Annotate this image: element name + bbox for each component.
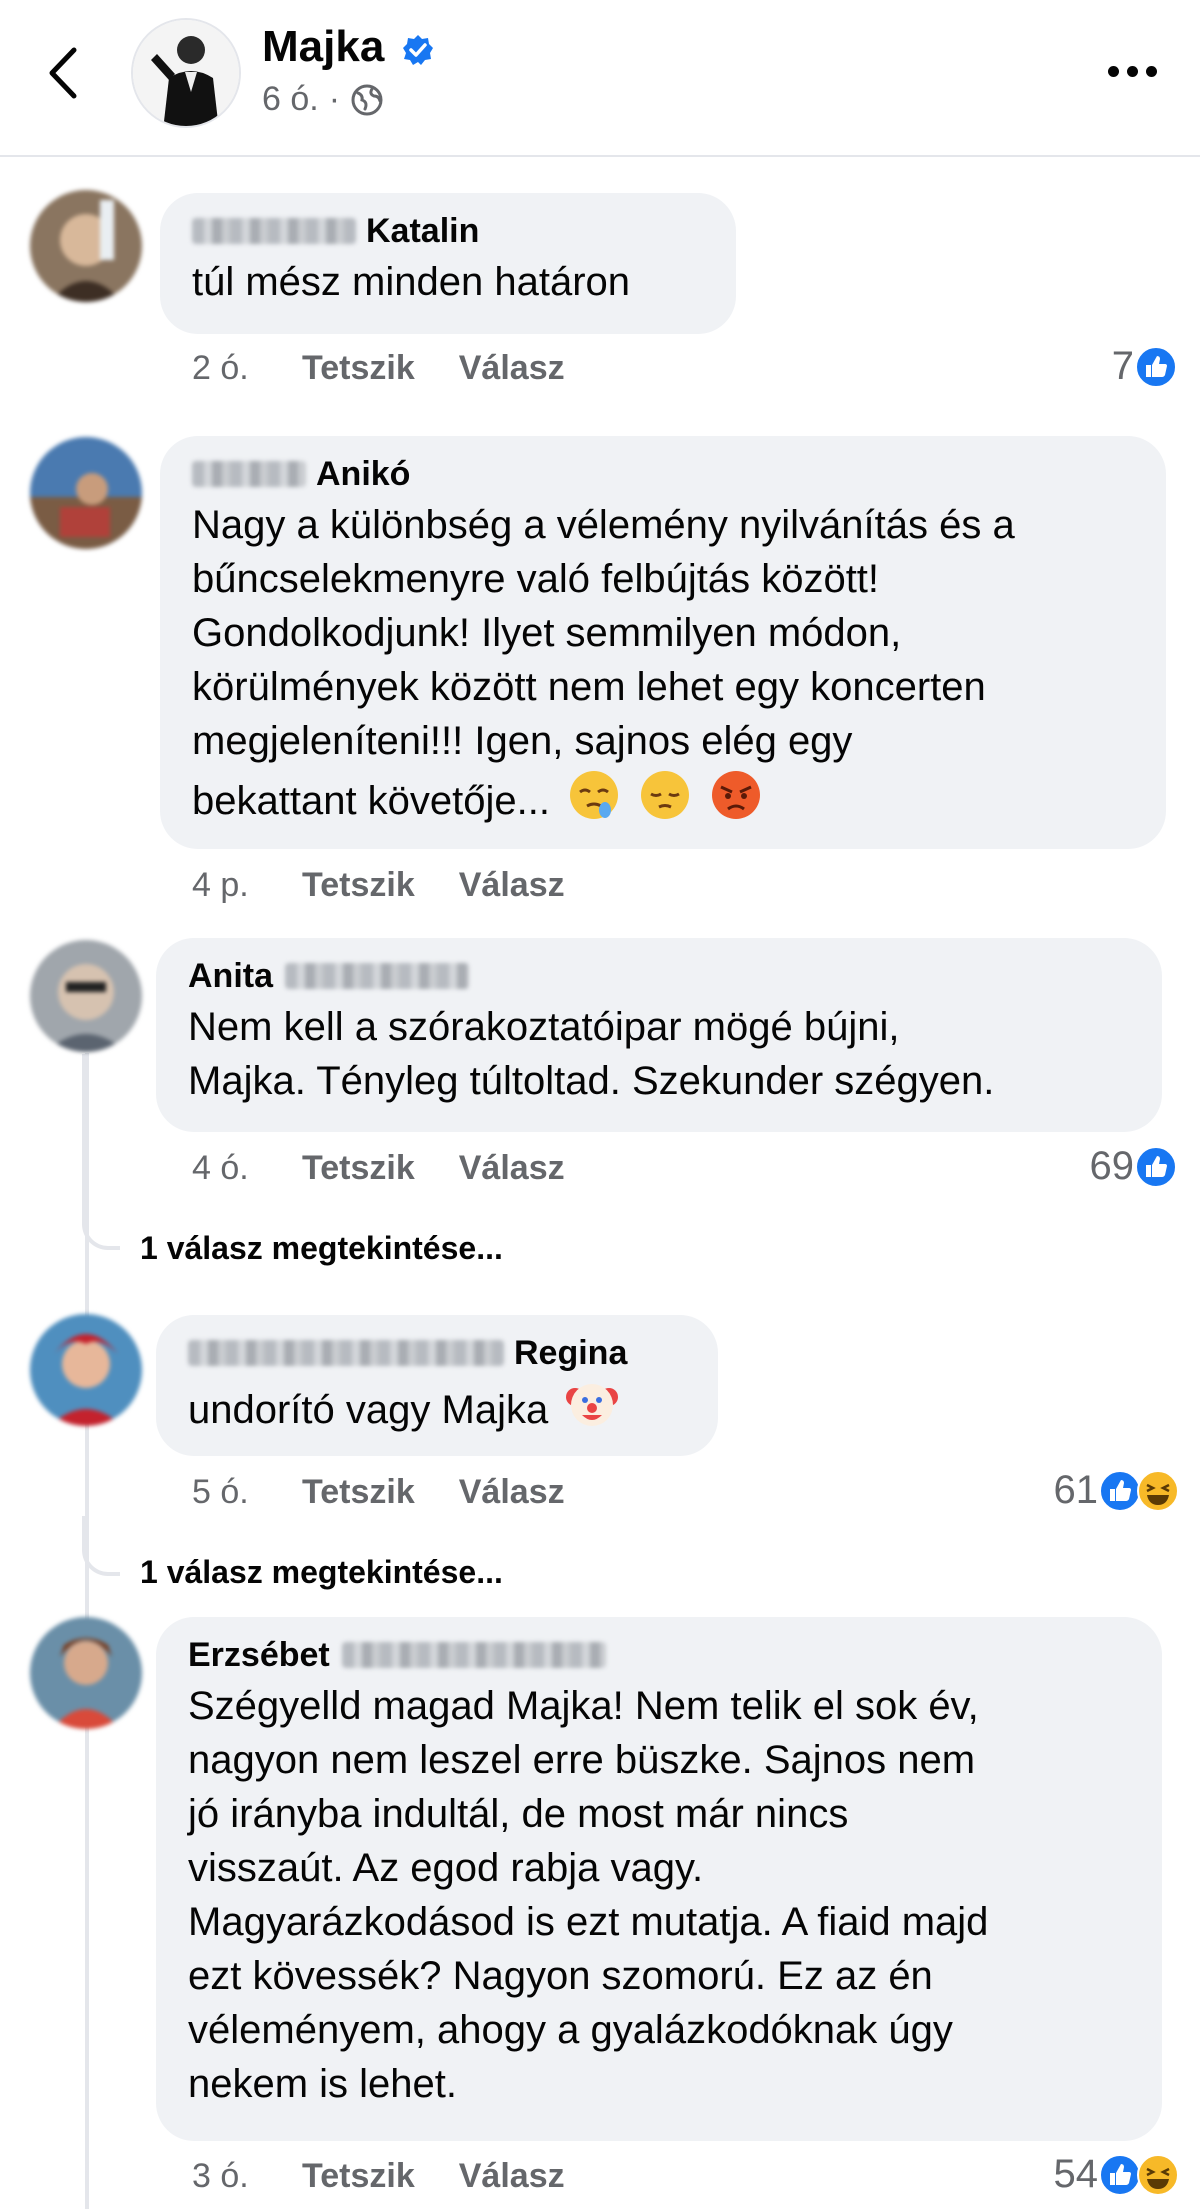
chevron-left-icon bbox=[49, 47, 77, 99]
like-icon bbox=[1135, 1145, 1177, 1188]
comment-text: Nem kell a szórakoztatóipar mögé bújni, … bbox=[188, 1005, 995, 1103]
comment-time[interactable]: 4 p. bbox=[192, 866, 302, 905]
avatar[interactable] bbox=[30, 437, 142, 549]
comment-time[interactable]: 5 ó. bbox=[192, 1473, 302, 1512]
post-header: Majka 6 ó. · bbox=[0, 0, 1200, 157]
comment-bubble: Regina undorító vagy Majka bbox=[156, 1315, 718, 1456]
like-icon bbox=[1135, 345, 1177, 388]
avatar[interactable] bbox=[30, 190, 142, 302]
comment-meta: 4 ó. Tetszik Válasz bbox=[192, 1149, 609, 1188]
comment-bubble: Anita Nem kell a szórakoztatóipar mögé b… bbox=[156, 938, 1162, 1132]
clown-face-icon bbox=[566, 1384, 619, 1426]
comment-bubble: Katalin túl mész minden határon bbox=[160, 193, 736, 334]
like-button[interactable]: Tetszik bbox=[302, 866, 415, 905]
comment-meta: 3 ó. Tetszik Válasz bbox=[192, 2157, 609, 2196]
comment-text: Nagy a különbség a vélemény nyilvánítás … bbox=[192, 503, 1015, 823]
comment-author[interactable]: Anita bbox=[188, 956, 1130, 996]
like-button[interactable]: Tetszik bbox=[302, 1473, 415, 1512]
view-replies-link[interactable]: 1 válasz megtekintése... bbox=[140, 1230, 503, 1267]
reply-button[interactable]: Válasz bbox=[459, 866, 565, 905]
comment-author[interactable]: Anikó bbox=[192, 454, 1134, 494]
reply-connector bbox=[82, 1054, 120, 1250]
reaction-count[interactable]: 69 bbox=[1090, 1144, 1179, 1189]
comment-author[interactable]: Katalin bbox=[192, 211, 704, 251]
post-meta: 6 ó. · bbox=[262, 80, 384, 119]
reaction-count[interactable]: 54 bbox=[1054, 2152, 1181, 2197]
avatar[interactable] bbox=[30, 1314, 142, 1426]
post-time[interactable]: 6 ó. bbox=[262, 80, 319, 119]
like-button[interactable]: Tetszik bbox=[302, 1149, 415, 1188]
meta-separator: · bbox=[328, 80, 341, 118]
comment-text: túl mész minden határon bbox=[192, 260, 631, 304]
comment-text: undorító vagy Majka bbox=[188, 1377, 686, 1437]
comment-time[interactable]: 2 ó. bbox=[192, 349, 302, 388]
avatar[interactable] bbox=[30, 940, 142, 1052]
reply-button[interactable]: Válasz bbox=[459, 2157, 565, 2196]
haha-icon bbox=[1137, 1469, 1179, 1512]
comment-time[interactable]: 3 ó. bbox=[192, 2157, 302, 2196]
globe-icon[interactable] bbox=[350, 83, 384, 117]
haha-icon bbox=[1137, 2153, 1179, 2196]
comment-bubble: Anikó Nagy a különbség a vélemény nyilvá… bbox=[160, 436, 1166, 849]
reply-button[interactable]: Válasz bbox=[459, 349, 565, 388]
comment-meta: 5 ó. Tetszik Válasz bbox=[192, 1473, 609, 1512]
pensive-face-icon bbox=[641, 771, 690, 819]
more-options-button[interactable] bbox=[1108, 66, 1157, 77]
reply-button[interactable]: Válasz bbox=[459, 1149, 565, 1188]
reply-button[interactable]: Válasz bbox=[459, 1473, 565, 1512]
like-button[interactable]: Tetszik bbox=[302, 349, 415, 388]
sleepy-face-icon bbox=[570, 771, 619, 819]
like-button[interactable]: Tetszik bbox=[302, 2157, 415, 2196]
comment-time[interactable]: 4 ó. bbox=[192, 1149, 302, 1188]
angry-face-icon bbox=[712, 771, 761, 819]
reply-connector bbox=[82, 1516, 120, 1576]
avatar[interactable] bbox=[30, 1617, 142, 1729]
comment-bubble: Erzsébet Szégyelld magad Majka! Nem teli… bbox=[156, 1617, 1162, 2141]
comment-text: Szégyelld magad Majka! Nem telik el sok … bbox=[188, 1684, 989, 2106]
verified-badge-icon bbox=[403, 35, 433, 65]
reaction-count[interactable]: 7 bbox=[1112, 344, 1178, 389]
page-name[interactable]: Majka bbox=[262, 22, 384, 72]
back-button[interactable] bbox=[38, 38, 90, 108]
comment-meta: 4 p. Tetszik Válasz bbox=[192, 866, 609, 905]
comment-author[interactable]: Regina bbox=[188, 1333, 686, 1373]
more-dots-icon bbox=[1108, 66, 1119, 77]
page-avatar[interactable] bbox=[131, 18, 241, 128]
reaction-count[interactable]: 61 bbox=[1054, 1468, 1181, 1513]
comment-author[interactable]: Erzsébet bbox=[188, 1635, 1130, 1675]
comment-meta: 2 ó. Tetszik Válasz bbox=[192, 349, 609, 388]
view-replies-link[interactable]: 1 válasz megtekintése... bbox=[140, 1554, 503, 1591]
